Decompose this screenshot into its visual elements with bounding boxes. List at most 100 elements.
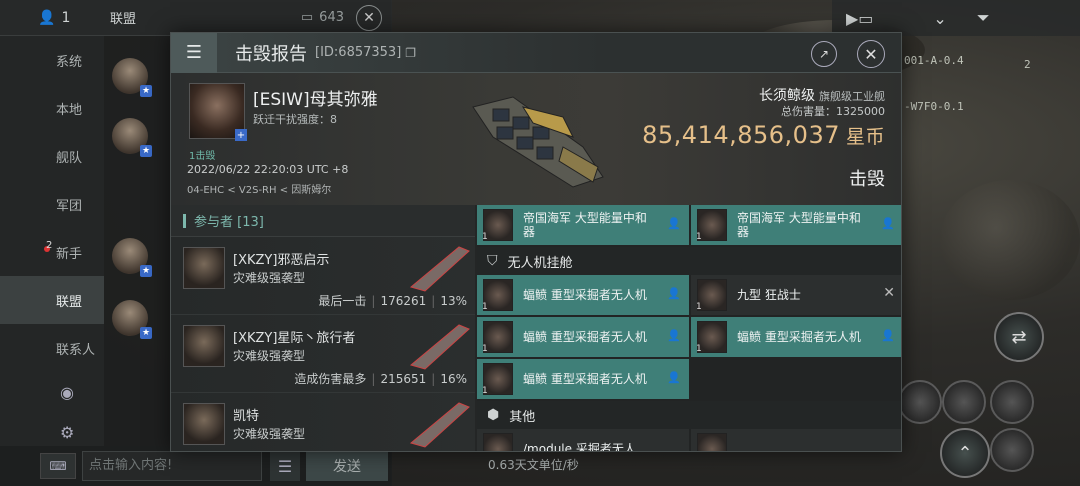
hud-location-text: 001-A-0.4 xyxy=(904,54,964,67)
item-entry[interactable]: 1 九型 狂战士 ✕ xyxy=(691,275,901,315)
profile-icon[interactable]: ◉ xyxy=(0,372,104,412)
chat-channel-tabs: 系统 本地 舰队 军团 2 新手 联盟 联系人 ◉ ⚙ xyxy=(0,36,104,446)
item-entry[interactable]: 1 帝国海军 大型能量中和器 👤 xyxy=(691,205,901,245)
participant-row[interactable]: [XKZY]星际丶旅行者 灾难级强袭型 造成伤害最多 | 215651 | 16% xyxy=(171,315,475,393)
section-title: 其他 xyxy=(509,409,536,425)
avatar[interactable]: ★ xyxy=(112,300,152,339)
module-slot[interactable] xyxy=(990,380,1034,424)
module-slot[interactable] xyxy=(898,380,942,424)
avatar[interactable]: ★ xyxy=(112,118,152,157)
chevron-down-icon[interactable]: ⌄ xyxy=(933,9,946,28)
star-icon: ★ xyxy=(140,327,152,339)
chat-message-count: ▭ 643 xyxy=(301,10,344,25)
speed-readout: 0.63天文单位/秒 xyxy=(488,458,579,472)
participant-name: [XKZY]邪恶启示 xyxy=(233,253,330,268)
drone-icon: 1 xyxy=(482,279,513,312)
chevron-up-icon[interactable]: ⌃ xyxy=(940,428,990,478)
cube-icon: ⬢ xyxy=(487,407,500,423)
close-button[interactable]: ✕ xyxy=(857,40,885,68)
ship-type: 长须鲸级 旗舰级工业舰 xyxy=(759,85,885,105)
tab-fleet[interactable]: 舰队 xyxy=(0,132,104,180)
victim-name: [ESIW]母其弥雅 xyxy=(253,90,378,110)
drone-icon: 1 xyxy=(482,363,513,396)
tab-corp[interactable]: 军团 xyxy=(0,180,104,228)
chat-input-bar: ⌨ 点击输入内容! ☰ 发送 xyxy=(0,446,392,486)
item-name: 蝠鲼 重型采掘者无人机 xyxy=(523,372,647,386)
send-button[interactable]: 发送 xyxy=(306,451,388,481)
participants-label: 参与者 [13] xyxy=(194,215,264,230)
message-count-value: 643 xyxy=(319,10,344,25)
item-entry[interactable]: 1 帝国海军 大型能量中和器 👤 xyxy=(477,205,689,245)
isk-currency: 星币 xyxy=(845,126,885,148)
participant-name: 凯特 xyxy=(233,409,260,424)
item-name: 帝国海军 大型能量中和器 xyxy=(523,211,647,239)
participants-header[interactable]: 参与者 [13] xyxy=(171,205,475,237)
participant-ship: 灾难级强袭型 xyxy=(233,427,306,441)
participant-ship: 灾难级强袭型 xyxy=(233,271,306,285)
total-damage: 总伤害量：1325000 xyxy=(781,105,885,118)
tab-system[interactable]: 系统 xyxy=(0,36,104,84)
keyboard-icon[interactable]: ⌨ xyxy=(40,453,76,479)
other-section: ⬢ 其他 xyxy=(477,401,901,429)
module-icon: 1 xyxy=(696,209,727,242)
module-icon xyxy=(697,433,727,451)
share-button[interactable]: ↗ xyxy=(811,41,837,67)
participant-stats: 造成伤害最多 | 215651 | 16% xyxy=(294,372,467,386)
ship-render-image xyxy=(472,96,604,188)
kill-report-dialog: ☰ 击毁报告 [ID:6857353] ❐ ↗ ✕ + [ESIW]母其弥雅 跃… xyxy=(170,32,902,452)
person-icon: 👤 xyxy=(881,329,895,342)
item-entry[interactable]: 1 蝠鲼 重型采掘者无人机 👤 xyxy=(477,317,689,357)
avatar[interactable] xyxy=(183,247,225,289)
chat-header: 👤 1 联盟 ▭ 643 ✕ xyxy=(0,0,392,36)
item-name: 帝国海军 大型能量中和器 xyxy=(737,211,861,239)
star-icon: ★ xyxy=(140,145,152,157)
tab-alliance[interactable]: 联盟 xyxy=(0,276,104,324)
item-row: 1 蝠鲼 重型采掘者无人机 👤 xyxy=(477,359,901,399)
swap-icon[interactable]: ⇄ xyxy=(994,312,1044,362)
avatar[interactable]: ★ xyxy=(112,238,152,277)
drone-icon: 1 xyxy=(482,321,513,354)
chat-message-input[interactable]: 点击输入内容! xyxy=(82,451,262,481)
module-icon xyxy=(483,433,513,451)
item-name: 九型 狂战士 xyxy=(737,288,801,302)
avatar[interactable]: ★ xyxy=(112,58,152,97)
item-row: 1 蝠鲼 重型采掘者无人机 👤 1 蝠鲼 重型采掘者无人机 👤 xyxy=(477,317,901,357)
avatar[interactable] xyxy=(183,325,225,367)
item-entry[interactable]: 1 蝠鲼 重型采掘者无人机 👤 xyxy=(477,275,689,315)
item-name: 蝠鲼 重型采掘者无人机 xyxy=(523,288,647,302)
victim-avatar[interactable]: + xyxy=(189,83,247,141)
ship-icon xyxy=(409,246,470,292)
dropped-items-panel: 1 帝国海军 大型能量中和器 👤 1 帝国海军 大型能量中和器 👤 ⛉ 无人机挂… xyxy=(477,205,901,451)
victim-summary: + [ESIW]母其弥雅 跃迁干扰强度：8 1击毁 2022/06/22 22:… xyxy=(171,73,901,205)
participant-row[interactable]: 凯特 灾难级强袭型 xyxy=(171,393,475,451)
participant-percent: 16% xyxy=(440,372,467,386)
item-entry[interactable]: /module 采掘者无人 xyxy=(477,429,689,451)
kill-report-id: [ID:6857353] xyxy=(315,45,402,60)
chat-member-count[interactable]: 👤 1 xyxy=(0,10,100,26)
chat-channel-title: 联盟 xyxy=(110,12,137,27)
participant-row[interactable]: [XKZY]邪恶启示 灾难级强袭型 最后一击 | 176261 | 13% xyxy=(171,237,475,315)
avatar[interactable] xyxy=(183,403,225,445)
tab-contacts[interactable]: 联系人 xyxy=(0,324,104,372)
participant-damage: 176261 xyxy=(380,294,427,308)
victim-warp-strength: 跃迁干扰强度：8 xyxy=(253,113,337,126)
filter-icon[interactable]: ⏷ xyxy=(977,8,990,28)
person-icon: 👤 xyxy=(667,329,681,342)
window-icon: ▭ xyxy=(300,10,314,25)
item-entry[interactable]: 1 蝠鲼 重型采掘者无人机 👤 xyxy=(691,317,901,357)
tab-newbie[interactable]: 2 新手 xyxy=(0,228,104,276)
destroyed-x-icon: ✕ xyxy=(883,285,895,301)
chat-close-button[interactable]: ✕ xyxy=(356,4,382,31)
item-name: 蝠鲼 重型采掘者无人机 xyxy=(523,330,647,344)
menu-icon[interactable]: ☰ xyxy=(171,33,217,73)
isk-value: 85,414,856,037 星币 xyxy=(642,121,885,149)
tab-local[interactable]: 本地 xyxy=(0,84,104,132)
media-icon[interactable]: ▶▭ xyxy=(846,9,873,28)
copy-icon[interactable]: ❐ xyxy=(405,46,416,60)
item-entry[interactable]: 1 蝠鲼 重型采掘者无人机 👤 xyxy=(477,359,689,399)
module-slot[interactable] xyxy=(990,428,1034,472)
chat-menu-button[interactable]: ☰ xyxy=(270,451,300,481)
person-icon: 👤 xyxy=(667,371,681,384)
module-slot[interactable] xyxy=(942,380,986,424)
item-entry[interactable] xyxy=(691,429,901,451)
